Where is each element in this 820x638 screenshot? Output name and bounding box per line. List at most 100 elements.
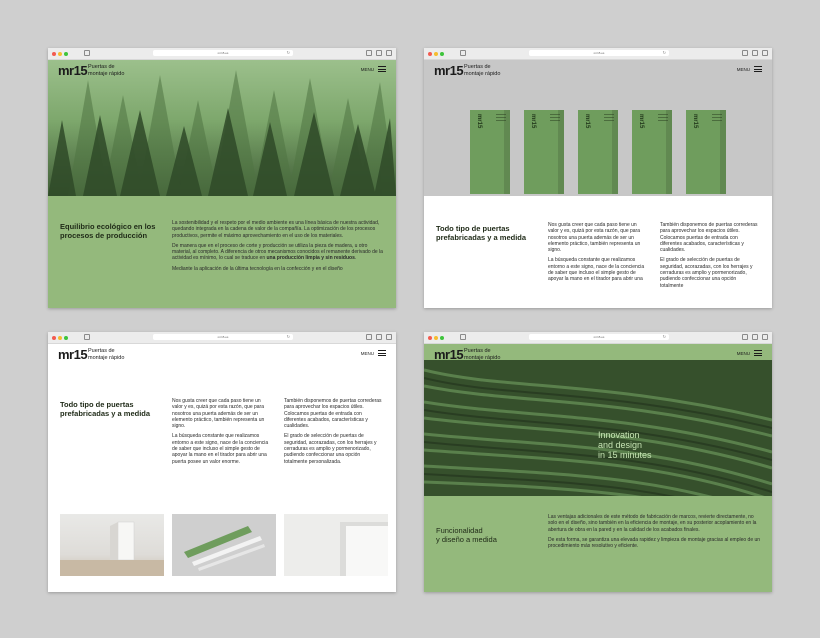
tagline: Puertas de montaje rápido bbox=[88, 64, 125, 77]
maximize-window-button[interactable] bbox=[440, 51, 444, 56]
minimize-window-button[interactable] bbox=[58, 51, 62, 56]
sidebar-icon[interactable] bbox=[460, 334, 466, 340]
maximize-window-button[interactable] bbox=[64, 335, 68, 340]
section-text: Las ventajas adicionales de este método … bbox=[548, 514, 761, 550]
page-viewport: mr15 Puertas de montaje rápido MENU Todo … bbox=[48, 344, 396, 592]
leaf-texture-hero: Innovation and design in 15 minutes bbox=[424, 360, 772, 496]
section-title: Funcionalidad y diseño a medida bbox=[436, 526, 497, 544]
minimize-window-button[interactable] bbox=[434, 335, 438, 340]
frame-parts-illustration bbox=[184, 526, 265, 571]
frame-parts-photo[interactable] bbox=[172, 514, 276, 576]
tabs-icon[interactable] bbox=[752, 334, 758, 340]
logo[interactable]: mr15 bbox=[58, 63, 88, 78]
maximize-window-button[interactable] bbox=[64, 51, 68, 56]
box-label: mr15 bbox=[476, 114, 482, 129]
close-window-button[interactable] bbox=[428, 51, 432, 56]
menu-button[interactable]: MENU bbox=[361, 66, 386, 72]
address-bar[interactable]: mr15.es ↻ bbox=[153, 334, 293, 340]
sidebar-icon[interactable] bbox=[84, 334, 90, 340]
tagline: Puertas de montaje rápido bbox=[464, 348, 501, 361]
menu-button[interactable]: MENU bbox=[361, 350, 386, 356]
door-room-photo[interactable] bbox=[60, 514, 164, 576]
product-box: mr15 bbox=[686, 110, 726, 194]
menu-label: MENU bbox=[360, 350, 374, 356]
address-bar[interactable]: mr15.es ↻ bbox=[529, 334, 669, 340]
reload-icon[interactable]: ↻ bbox=[287, 50, 290, 56]
door-frame-illustration bbox=[340, 522, 388, 576]
site-header: mr15 Puertas de montaje rápido MENU bbox=[424, 344, 772, 366]
section-text-col2: También disponemos de puertas correderas… bbox=[660, 222, 758, 289]
open-door-illustration bbox=[60, 521, 164, 576]
product-box: mr15 bbox=[578, 110, 618, 194]
browser-window-puertas-gallery: mr15.es ↻ mr15 Puertas de montaje rápido M… bbox=[48, 332, 396, 592]
section-title: Todo tipo de puertas prefabricadas y a m… bbox=[436, 224, 527, 242]
browser-toolbar: mr15.es ↻ bbox=[48, 332, 396, 344]
sidebar-icon[interactable] bbox=[460, 50, 466, 56]
section-title: Todo tipo de puertas prefabricadas y a m… bbox=[60, 400, 151, 418]
hamburger-icon bbox=[378, 350, 386, 356]
product-box: mr15 bbox=[632, 110, 672, 194]
site-header: mr15 Puertas de montaje rápido MENU bbox=[424, 60, 772, 82]
share-icon[interactable] bbox=[366, 50, 372, 56]
tabs-icon[interactable] bbox=[752, 50, 758, 56]
reload-icon[interactable]: ↻ bbox=[663, 50, 666, 56]
share-icon[interactable] bbox=[742, 334, 748, 340]
sidebar-icon[interactable] bbox=[84, 50, 90, 56]
browser-toolbar: mr15.es ↻ bbox=[48, 48, 396, 60]
section-title: Equilibrio ecológico en los procesos de … bbox=[60, 222, 156, 240]
box-label: mr15 bbox=[530, 114, 536, 129]
new-tab-icon[interactable] bbox=[386, 334, 392, 340]
reload-icon[interactable]: ↻ bbox=[663, 334, 666, 340]
logo[interactable]: mr15 bbox=[434, 347, 464, 362]
page-viewport: mr15 Puertas de montaje rápido MENU Equil… bbox=[48, 60, 396, 308]
product-box: mr15 bbox=[470, 110, 510, 194]
logo[interactable]: mr15 bbox=[434, 63, 464, 78]
site-header: mr15 Puertas de montaje rápido MENU bbox=[48, 60, 396, 82]
browser-toolbar: mr15.es ↻ bbox=[424, 332, 772, 344]
content-section: Equilibrio ecológico en los procesos de … bbox=[48, 196, 396, 308]
new-tab-icon[interactable] bbox=[762, 334, 768, 340]
close-window-button[interactable] bbox=[52, 51, 56, 56]
box-label: mr15 bbox=[638, 114, 644, 129]
section-text-col1: Nos gusta creer que cada paso tiene un v… bbox=[548, 222, 645, 283]
section-text-col2: También disponemos de puertas correderas… bbox=[284, 398, 382, 465]
tabs-icon[interactable] bbox=[376, 50, 382, 56]
share-icon[interactable] bbox=[742, 50, 748, 56]
box-label: mr15 bbox=[584, 114, 590, 129]
minimize-window-button[interactable] bbox=[58, 335, 62, 340]
menu-label: MENU bbox=[360, 66, 374, 72]
new-tab-icon[interactable] bbox=[762, 50, 768, 56]
browser-window-funcionalidad: mr15.es ↻ mr15 Puertas de montaje rápido M… bbox=[424, 332, 772, 592]
address-bar[interactable]: mr15.es ↻ bbox=[529, 50, 669, 56]
site-header: mr15 Puertas de montaje rápido MENU bbox=[48, 344, 396, 366]
share-icon[interactable] bbox=[366, 334, 372, 340]
hamburger-icon bbox=[754, 66, 762, 72]
page-viewport: mr15 Puertas de montaje rápido MENU Inno… bbox=[424, 344, 772, 592]
reload-icon[interactable]: ↻ bbox=[287, 334, 290, 340]
menu-button[interactable]: MENU bbox=[737, 66, 762, 72]
new-tab-icon[interactable] bbox=[386, 50, 392, 56]
tabs-icon[interactable] bbox=[376, 334, 382, 340]
browser-window-ecologico: mr15.es ↻ mr15 Puertas de montaje rápido… bbox=[48, 48, 396, 308]
menu-label: MENU bbox=[736, 66, 750, 72]
browser-toolbar: mr15.es ↻ bbox=[424, 48, 772, 60]
close-window-button[interactable] bbox=[52, 335, 56, 340]
minimize-window-button[interactable] bbox=[434, 51, 438, 56]
menu-label: MENU bbox=[736, 350, 750, 356]
close-window-button[interactable] bbox=[428, 335, 432, 340]
menu-button[interactable]: MENU bbox=[737, 350, 762, 356]
box-label: mr15 bbox=[692, 114, 698, 129]
section-text: La sostenibilidad y el respeto por el me… bbox=[172, 220, 383, 272]
address-bar[interactable]: mr15.es ↻ bbox=[153, 50, 293, 56]
door-frame-detail-photo[interactable] bbox=[284, 514, 388, 576]
tagline: Puertas de montaje rápido bbox=[464, 64, 501, 77]
hero-headline: Innovation and design in 15 minutes bbox=[598, 430, 652, 460]
maximize-window-button[interactable] bbox=[440, 335, 444, 340]
section-text-col1: Nos gusta creer que cada paso tiene un v… bbox=[172, 398, 269, 465]
hamburger-icon bbox=[378, 66, 386, 72]
page-viewport: mr15 mr15 mr15 mr15 mr15 mr15 Puertas de… bbox=[424, 60, 772, 308]
tagline: Puertas de montaje rápido bbox=[88, 348, 125, 361]
hamburger-icon bbox=[754, 350, 762, 356]
palm-leaf-illustration bbox=[424, 368, 772, 496]
logo[interactable]: mr15 bbox=[58, 347, 88, 362]
